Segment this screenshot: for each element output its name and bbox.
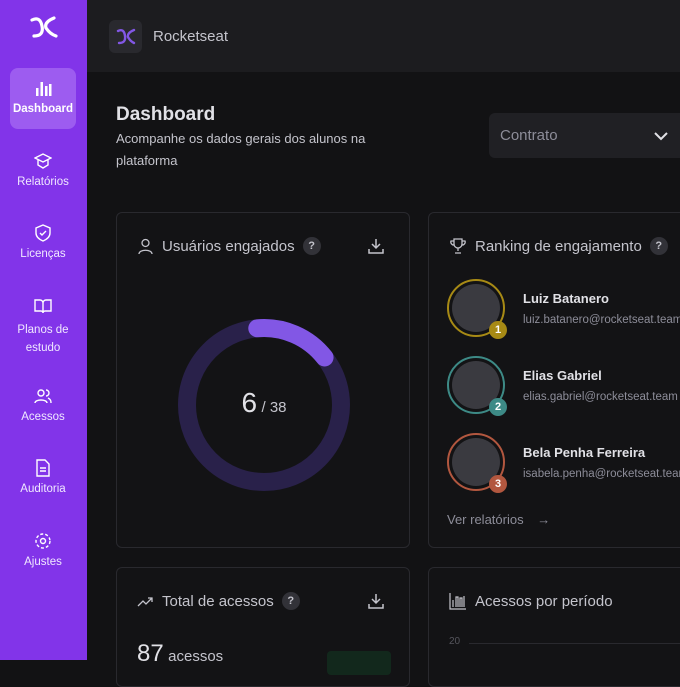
sidebar-item-dashboard[interactable]: Dashboard <box>10 68 76 129</box>
sidebar-item-label: Ajustes <box>24 556 62 568</box>
y-axis-tick: 20 <box>449 636 461 647</box>
link-label: Ver relatórios <box>447 512 524 527</box>
trending-up-icon <box>137 596 153 606</box>
page-subtitle: Acompanhe os dados gerais dos alunos na … <box>116 131 366 168</box>
bar-chart-icon <box>449 593 466 610</box>
access-period-card: Acessos por período 20 <box>428 567 680 687</box>
help-icon[interactable]: ? <box>281 592 300 610</box>
page-title: Dashboard <box>116 104 216 125</box>
sidebar-item-label: Relatórios <box>17 176 69 188</box>
arrow-right-icon: → <box>537 512 551 527</box>
card-title: Total de acessos <box>162 592 274 610</box>
ranking-item[interactable]: 2 Elias Gabriel elias.gabriel@rocketseat.… <box>447 356 678 416</box>
access-count: 87 <box>137 640 164 667</box>
trend-badge <box>327 651 391 675</box>
rank-badge: 2 <box>489 398 507 416</box>
help-icon[interactable]: ? <box>302 237 321 255</box>
user-name: Bela Penha Ferreira <box>523 444 646 460</box>
avatar: 3 <box>447 433 507 493</box>
sidebar-item-label: Planos de estudo <box>17 324 69 354</box>
gridline <box>469 643 680 644</box>
sidebar-item-label: Licenças <box>20 248 66 260</box>
chevron-down-icon <box>654 132 668 141</box>
avatar: 2 <box>447 356 507 416</box>
card-title: Ranking de engajamento <box>475 237 642 255</box>
gear-icon <box>35 533 51 549</box>
download-icon[interactable] <box>367 237 385 255</box>
user-name: Elias Gabriel <box>523 367 602 383</box>
engaged-count: 6 <box>241 387 258 418</box>
brand-name: Rocketseat <box>153 28 229 45</box>
help-icon[interactable]: ? <box>649 237 668 255</box>
user-name: Luiz Batanero <box>523 290 609 306</box>
brand-logo[interactable] <box>109 20 142 53</box>
rank-badge: 1 <box>489 321 507 339</box>
sidebar-item-licencas[interactable]: Licenças <box>10 224 76 260</box>
graduation-cap-icon <box>34 153 52 169</box>
download-icon[interactable] <box>367 592 385 610</box>
rank-badge: 3 <box>489 475 507 493</box>
card-title: Usuários engajados <box>162 237 295 255</box>
sidebar-item-planos[interactable]: Planos de estudo <box>10 297 76 357</box>
file-text-icon <box>36 459 50 477</box>
shield-check-icon <box>35 224 51 242</box>
ranking-item[interactable]: 1 Luiz Batanero luiz.batanero@rocketseat.… <box>447 279 680 339</box>
sidebar-item-label: Acessos <box>21 411 65 423</box>
trophy-icon <box>450 238 466 254</box>
user-email: luiz.batanero@rocketseat.team <box>523 313 680 326</box>
sidebar-item-ajustes[interactable]: Ajustes <box>10 532 76 568</box>
avatar: 1 <box>447 279 507 339</box>
sidebar-item-relatorios[interactable]: Relatórios <box>10 152 76 188</box>
contract-select[interactable]: Contrato <box>489 113 680 158</box>
ranking-card: Ranking de engajamento ? 1 Luiz Batanero… <box>428 212 680 548</box>
sidebar: Dashboard Relatórios Licenças Planos de … <box>0 0 87 660</box>
sidebar-item-auditoria[interactable]: Auditoria <box>10 459 76 495</box>
card-title: Acessos por período <box>475 592 613 610</box>
engaged-total: / 38 <box>261 399 287 416</box>
ranking-item[interactable]: 3 Bela Penha Ferreira isabela.penha@rocke… <box>447 433 680 493</box>
total-access-card: Total de acessos ? 87 acessos <box>116 567 410 687</box>
select-value: Contrato <box>500 127 558 144</box>
user-icon <box>138 238 153 254</box>
book-open-icon <box>34 299 52 314</box>
sidebar-item-acessos[interactable]: Acessos <box>10 387 76 423</box>
bar-chart-icon <box>36 82 52 96</box>
sidebar-item-label: Dashboard <box>12 103 74 115</box>
users-icon <box>34 389 52 404</box>
user-email: isabela.penha@rocketseat.team <box>523 467 680 480</box>
see-reports-link[interactable]: Ver relatórios → <box>447 512 550 527</box>
engaged-users-card: Usuários engajados ? 6 / 38 <box>116 212 410 548</box>
top-header: Rocketseat <box>87 0 680 72</box>
user-email: elias.gabriel@rocketseat.team <box>523 390 678 403</box>
sidebar-item-label: Auditoria <box>20 483 66 495</box>
rocketseat-logo[interactable] <box>28 14 58 40</box>
access-unit: acessos <box>168 648 224 665</box>
